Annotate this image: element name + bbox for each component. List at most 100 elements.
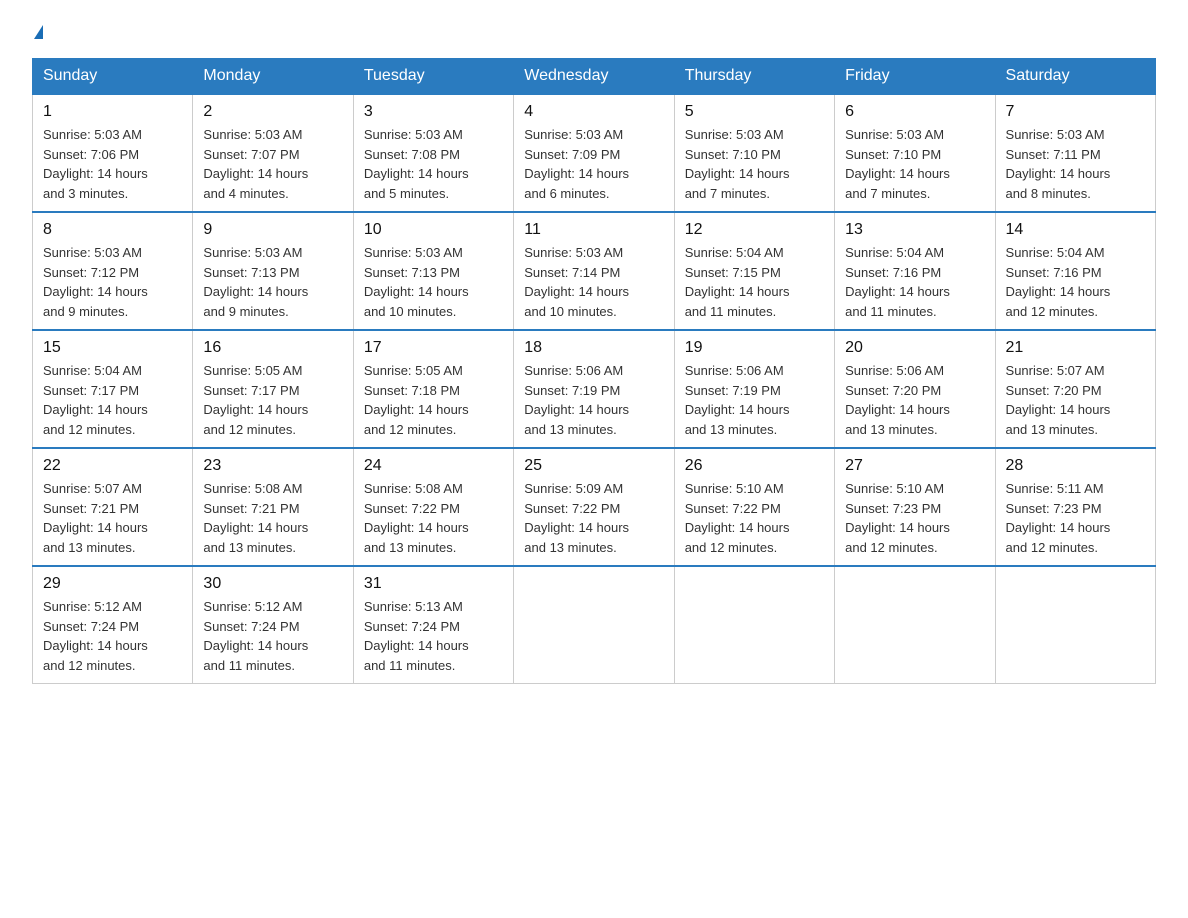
calendar-cell: 4 Sunrise: 5:03 AMSunset: 7:09 PMDaylight… (514, 94, 674, 212)
calendar-cell: 7 Sunrise: 5:03 AMSunset: 7:11 PMDaylight… (995, 94, 1155, 212)
day-info: Sunrise: 5:07 AMSunset: 7:20 PMDaylight:… (1006, 361, 1145, 439)
calendar-header-row: SundayMondayTuesdayWednesdayThursdayFrid… (33, 59, 1156, 95)
day-number: 6 (845, 103, 984, 121)
calendar-cell: 14 Sunrise: 5:04 AMSunset: 7:16 PMDayligh… (995, 212, 1155, 330)
week-row-5: 29 Sunrise: 5:12 AMSunset: 7:24 PMDayligh… (33, 566, 1156, 684)
day-number: 21 (1006, 339, 1145, 357)
day-number: 15 (43, 339, 182, 357)
day-info: Sunrise: 5:06 AMSunset: 7:19 PMDaylight:… (685, 361, 824, 439)
calendar-cell: 9 Sunrise: 5:03 AMSunset: 7:13 PMDaylight… (193, 212, 353, 330)
day-info: Sunrise: 5:04 AMSunset: 7:17 PMDaylight:… (43, 361, 182, 439)
calendar-cell: 3 Sunrise: 5:03 AMSunset: 7:08 PMDaylight… (353, 94, 513, 212)
day-number: 30 (203, 575, 342, 593)
calendar-cell: 26 Sunrise: 5:10 AMSunset: 7:22 PMDayligh… (674, 448, 834, 566)
day-info: Sunrise: 5:03 AMSunset: 7:08 PMDaylight:… (364, 125, 503, 203)
day-info: Sunrise: 5:03 AMSunset: 7:13 PMDaylight:… (203, 243, 342, 321)
day-info: Sunrise: 5:03 AMSunset: 7:12 PMDaylight:… (43, 243, 182, 321)
calendar-cell: 24 Sunrise: 5:08 AMSunset: 7:22 PMDayligh… (353, 448, 513, 566)
day-header-friday: Friday (835, 59, 995, 95)
calendar-cell: 17 Sunrise: 5:05 AMSunset: 7:18 PMDayligh… (353, 330, 513, 448)
calendar-cell: 25Sunrise: 5:09 AMSunset: 7:22 PMDayligh… (514, 448, 674, 566)
day-number: 4 (524, 103, 663, 121)
day-info: Sunrise: 5:03 AMSunset: 7:09 PMDaylight:… (524, 125, 663, 203)
calendar-cell: 12 Sunrise: 5:04 AMSunset: 7:15 PMDayligh… (674, 212, 834, 330)
logo (32, 28, 43, 42)
day-info: Sunrise: 5:04 AMSunset: 7:15 PMDaylight:… (685, 243, 824, 321)
day-number: 12 (685, 221, 824, 239)
day-info: Sunrise: 5:13 AMSunset: 7:24 PMDaylight:… (364, 597, 503, 675)
calendar-cell (995, 566, 1155, 684)
day-info: Sunrise: 5:05 AMSunset: 7:18 PMDaylight:… (364, 361, 503, 439)
day-number: 24 (364, 457, 503, 475)
calendar-cell: 15 Sunrise: 5:04 AMSunset: 7:17 PMDayligh… (33, 330, 193, 448)
calendar-cell: 27Sunrise: 5:10 AMSunset: 7:23 PMDayligh… (835, 448, 995, 566)
calendar-cell: 6 Sunrise: 5:03 AMSunset: 7:10 PMDaylight… (835, 94, 995, 212)
day-number: 2 (203, 103, 342, 121)
day-header-saturday: Saturday (995, 59, 1155, 95)
calendar-cell: 29 Sunrise: 5:12 AMSunset: 7:24 PMDayligh… (33, 566, 193, 684)
day-number: 5 (685, 103, 824, 121)
calendar-cell: 19 Sunrise: 5:06 AMSunset: 7:19 PMDayligh… (674, 330, 834, 448)
day-info: Sunrise: 5:03 AMSunset: 7:10 PMDaylight:… (685, 125, 824, 203)
calendar-cell: 5 Sunrise: 5:03 AMSunset: 7:10 PMDaylight… (674, 94, 834, 212)
calendar-cell: 23Sunrise: 5:08 AMSunset: 7:21 PMDayligh… (193, 448, 353, 566)
calendar-cell: 8Sunrise: 5:03 AMSunset: 7:12 PMDaylight… (33, 212, 193, 330)
week-row-3: 15 Sunrise: 5:04 AMSunset: 7:17 PMDayligh… (33, 330, 1156, 448)
day-number: 1 (43, 103, 182, 121)
day-number: 3 (364, 103, 503, 121)
day-number: 14 (1006, 221, 1145, 239)
calendar-cell: 11 Sunrise: 5:03 AMSunset: 7:14 PMDayligh… (514, 212, 674, 330)
day-number: 25 (524, 457, 663, 475)
calendar-cell: 31 Sunrise: 5:13 AMSunset: 7:24 PMDayligh… (353, 566, 513, 684)
calendar-cell: 22Sunrise: 5:07 AMSunset: 7:21 PMDayligh… (33, 448, 193, 566)
day-number: 20 (845, 339, 984, 357)
logo-triangle-icon (34, 25, 43, 39)
calendar-cell: 20 Sunrise: 5:06 AMSunset: 7:20 PMDayligh… (835, 330, 995, 448)
day-info: Sunrise: 5:04 AMSunset: 7:16 PMDaylight:… (845, 243, 984, 321)
day-info: Sunrise: 5:12 AMSunset: 7:24 PMDaylight:… (43, 597, 182, 675)
day-header-monday: Monday (193, 59, 353, 95)
day-header-sunday: Sunday (33, 59, 193, 95)
day-info: Sunrise: 5:04 AMSunset: 7:16 PMDaylight:… (1006, 243, 1145, 321)
page-header (32, 24, 1156, 42)
day-info: Sunrise: 5:03 AMSunset: 7:11 PMDaylight:… (1006, 125, 1145, 203)
day-header-tuesday: Tuesday (353, 59, 513, 95)
calendar-cell: 2Sunrise: 5:03 AMSunset: 7:07 PMDaylight… (193, 94, 353, 212)
week-row-4: 22Sunrise: 5:07 AMSunset: 7:21 PMDayligh… (33, 448, 1156, 566)
calendar-cell: 10 Sunrise: 5:03 AMSunset: 7:13 PMDayligh… (353, 212, 513, 330)
calendar-table: SundayMondayTuesdayWednesdayThursdayFrid… (32, 58, 1156, 684)
day-info: Sunrise: 5:05 AMSunset: 7:17 PMDaylight:… (203, 361, 342, 439)
day-number: 29 (43, 575, 182, 593)
week-row-1: 1 Sunrise: 5:03 AMSunset: 7:06 PMDaylight… (33, 94, 1156, 212)
day-number: 26 (685, 457, 824, 475)
calendar-cell (835, 566, 995, 684)
day-info: Sunrise: 5:12 AMSunset: 7:24 PMDaylight:… (203, 597, 342, 675)
day-header-thursday: Thursday (674, 59, 834, 95)
day-info: Sunrise: 5:06 AMSunset: 7:20 PMDaylight:… (845, 361, 984, 439)
week-row-2: 8Sunrise: 5:03 AMSunset: 7:12 PMDaylight… (33, 212, 1156, 330)
day-number: 10 (364, 221, 503, 239)
day-info: Sunrise: 5:06 AMSunset: 7:19 PMDaylight:… (524, 361, 663, 439)
calendar-cell: 21 Sunrise: 5:07 AMSunset: 7:20 PMDayligh… (995, 330, 1155, 448)
day-info: Sunrise: 5:03 AMSunset: 7:13 PMDaylight:… (364, 243, 503, 321)
day-number: 7 (1006, 103, 1145, 121)
day-info: Sunrise: 5:10 AMSunset: 7:22 PMDaylight:… (685, 479, 824, 557)
day-number: 18 (524, 339, 663, 357)
day-number: 9 (203, 221, 342, 239)
day-info: Sunrise: 5:03 AMSunset: 7:06 PMDaylight:… (43, 125, 182, 203)
day-info: Sunrise: 5:08 AMSunset: 7:22 PMDaylight:… (364, 479, 503, 557)
calendar-cell: 28 Sunrise: 5:11 AMSunset: 7:23 PMDayligh… (995, 448, 1155, 566)
day-number: 31 (364, 575, 503, 593)
day-info: Sunrise: 5:03 AMSunset: 7:14 PMDaylight:… (524, 243, 663, 321)
day-number: 11 (524, 221, 663, 239)
day-number: 17 (364, 339, 503, 357)
day-info: Sunrise: 5:07 AMSunset: 7:21 PMDaylight:… (43, 479, 182, 557)
calendar-cell (674, 566, 834, 684)
day-number: 19 (685, 339, 824, 357)
day-info: Sunrise: 5:03 AMSunset: 7:10 PMDaylight:… (845, 125, 984, 203)
day-number: 27 (845, 457, 984, 475)
day-info: Sunrise: 5:11 AMSunset: 7:23 PMDaylight:… (1006, 479, 1145, 557)
day-number: 23 (203, 457, 342, 475)
calendar-cell: 16Sunrise: 5:05 AMSunset: 7:17 PMDayligh… (193, 330, 353, 448)
day-number: 28 (1006, 457, 1145, 475)
